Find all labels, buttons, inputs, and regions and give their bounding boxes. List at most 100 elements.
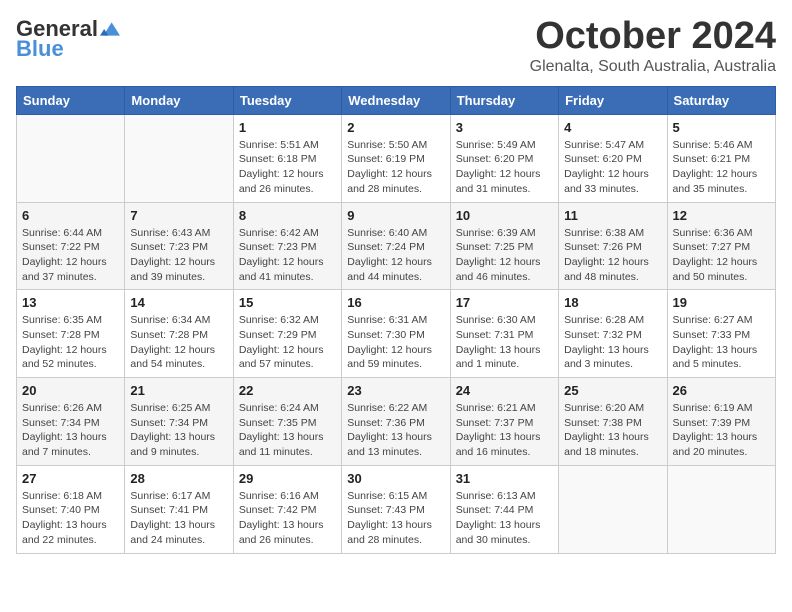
day-number: 4: [564, 120, 661, 135]
day-info: Sunrise: 5:46 AM Sunset: 6:21 PM Dayligh…: [673, 138, 770, 197]
day-number: 20: [22, 383, 119, 398]
day-number: 1: [239, 120, 336, 135]
day-number: 23: [347, 383, 444, 398]
calendar-cell: 8 Sunrise: 6:42 AM Sunset: 7:23 PM Daylig…: [233, 202, 341, 290]
calendar-week-row: 20 Sunrise: 6:26 AM Sunset: 7:34 PM Dayli…: [17, 378, 776, 466]
calendar-cell: 24 Sunrise: 6:21 AM Sunset: 7:37 PM Dayli…: [450, 378, 558, 466]
day-info: Sunrise: 6:19 AM Sunset: 7:39 PM Dayligh…: [673, 401, 770, 460]
header-friday: Friday: [559, 86, 667, 114]
calendar-cell: 27 Sunrise: 6:18 AM Sunset: 7:40 PM Dayli…: [17, 465, 125, 553]
calendar-header-row: SundayMondayTuesdayWednesdayThursdayFrid…: [17, 86, 776, 114]
day-info: Sunrise: 5:50 AM Sunset: 6:19 PM Dayligh…: [347, 138, 444, 197]
calendar-cell: 18 Sunrise: 6:28 AM Sunset: 7:32 PM Dayli…: [559, 290, 667, 378]
calendar-cell: 28 Sunrise: 6:17 AM Sunset: 7:41 PM Dayli…: [125, 465, 233, 553]
logo-blue-text: Blue: [16, 36, 64, 62]
day-info: Sunrise: 6:30 AM Sunset: 7:31 PM Dayligh…: [456, 313, 553, 372]
day-info: Sunrise: 6:43 AM Sunset: 7:23 PM Dayligh…: [130, 226, 227, 285]
day-info: Sunrise: 6:32 AM Sunset: 7:29 PM Dayligh…: [239, 313, 336, 372]
calendar-cell: [17, 114, 125, 202]
header-tuesday: Tuesday: [233, 86, 341, 114]
day-info: Sunrise: 6:42 AM Sunset: 7:23 PM Dayligh…: [239, 226, 336, 285]
day-info: Sunrise: 6:40 AM Sunset: 7:24 PM Dayligh…: [347, 226, 444, 285]
day-info: Sunrise: 6:39 AM Sunset: 7:25 PM Dayligh…: [456, 226, 553, 285]
calendar-cell: [559, 465, 667, 553]
day-number: 25: [564, 383, 661, 398]
calendar-cell: 1Sunrise: 5:51 AM Sunset: 6:18 PM Daylig…: [233, 114, 341, 202]
calendar-cell: 11 Sunrise: 6:38 AM Sunset: 7:26 PM Dayli…: [559, 202, 667, 290]
day-info: Sunrise: 6:24 AM Sunset: 7:35 PM Dayligh…: [239, 401, 336, 460]
logo-icon: [100, 19, 120, 39]
day-number: 24: [456, 383, 553, 398]
day-number: 8: [239, 208, 336, 223]
day-info: Sunrise: 6:35 AM Sunset: 7:28 PM Dayligh…: [22, 313, 119, 372]
day-number: 16: [347, 295, 444, 310]
day-info: Sunrise: 6:13 AM Sunset: 7:44 PM Dayligh…: [456, 489, 553, 548]
day-number: 13: [22, 295, 119, 310]
calendar-cell: 10Sunrise: 6:39 AM Sunset: 7:25 PM Dayli…: [450, 202, 558, 290]
day-number: 18: [564, 295, 661, 310]
header-saturday: Saturday: [667, 86, 775, 114]
calendar-cell: 9 Sunrise: 6:40 AM Sunset: 7:24 PM Daylig…: [342, 202, 450, 290]
day-info: Sunrise: 6:28 AM Sunset: 7:32 PM Dayligh…: [564, 313, 661, 372]
calendar-cell: 13 Sunrise: 6:35 AM Sunset: 7:28 PM Dayli…: [17, 290, 125, 378]
calendar-cell: [125, 114, 233, 202]
calendar-cell: 2 Sunrise: 5:50 AM Sunset: 6:19 PM Daylig…: [342, 114, 450, 202]
day-info: Sunrise: 6:34 AM Sunset: 7:28 PM Dayligh…: [130, 313, 227, 372]
calendar-cell: 14 Sunrise: 6:34 AM Sunset: 7:28 PM Dayli…: [125, 290, 233, 378]
day-info: Sunrise: 6:38 AM Sunset: 7:26 PM Dayligh…: [564, 226, 661, 285]
header-monday: Monday: [125, 86, 233, 114]
day-number: 3: [456, 120, 553, 135]
day-number: 29: [239, 471, 336, 486]
day-info: Sunrise: 6:18 AM Sunset: 7:40 PM Dayligh…: [22, 489, 119, 548]
day-info: Sunrise: 6:21 AM Sunset: 7:37 PM Dayligh…: [456, 401, 553, 460]
day-number: 15: [239, 295, 336, 310]
day-info: Sunrise: 5:47 AM Sunset: 6:20 PM Dayligh…: [564, 138, 661, 197]
day-info: Sunrise: 5:49 AM Sunset: 6:20 PM Dayligh…: [456, 138, 553, 197]
calendar-week-row: 27 Sunrise: 6:18 AM Sunset: 7:40 PM Dayli…: [17, 465, 776, 553]
header-thursday: Thursday: [450, 86, 558, 114]
calendar-cell: 23Sunrise: 6:22 AM Sunset: 7:36 PM Dayli…: [342, 378, 450, 466]
day-number: 31: [456, 471, 553, 486]
day-info: Sunrise: 6:31 AM Sunset: 7:30 PM Dayligh…: [347, 313, 444, 372]
day-number: 19: [673, 295, 770, 310]
day-number: 9: [347, 208, 444, 223]
day-number: 27: [22, 471, 119, 486]
day-number: 5: [673, 120, 770, 135]
day-info: Sunrise: 6:44 AM Sunset: 7:22 PM Dayligh…: [22, 226, 119, 285]
day-info: Sunrise: 6:16 AM Sunset: 7:42 PM Dayligh…: [239, 489, 336, 548]
day-number: 12: [673, 208, 770, 223]
calendar-cell: 3 Sunrise: 5:49 AM Sunset: 6:20 PM Daylig…: [450, 114, 558, 202]
day-number: 17: [456, 295, 553, 310]
day-info: Sunrise: 6:26 AM Sunset: 7:34 PM Dayligh…: [22, 401, 119, 460]
header-wednesday: Wednesday: [342, 86, 450, 114]
calendar-week-row: 13 Sunrise: 6:35 AM Sunset: 7:28 PM Dayli…: [17, 290, 776, 378]
calendar-cell: 25 Sunrise: 6:20 AM Sunset: 7:38 PM Dayli…: [559, 378, 667, 466]
calendar-week-row: 6Sunrise: 6:44 AM Sunset: 7:22 PM Daylig…: [17, 202, 776, 290]
day-number: 26: [673, 383, 770, 398]
calendar-week-row: 1Sunrise: 5:51 AM Sunset: 6:18 PM Daylig…: [17, 114, 776, 202]
day-number: 2: [347, 120, 444, 135]
day-info: Sunrise: 6:20 AM Sunset: 7:38 PM Dayligh…: [564, 401, 661, 460]
calendar-cell: 16 Sunrise: 6:31 AM Sunset: 7:30 PM Dayli…: [342, 290, 450, 378]
day-number: 21: [130, 383, 227, 398]
page-header: General Blue October 2024 Glenalta, Sout…: [16, 16, 776, 76]
calendar-cell: 31 Sunrise: 6:13 AM Sunset: 7:44 PM Dayli…: [450, 465, 558, 553]
logo: General Blue: [16, 16, 120, 62]
calendar-table: SundayMondayTuesdayWednesdayThursdayFrid…: [16, 86, 776, 554]
calendar-cell: 29 Sunrise: 6:16 AM Sunset: 7:42 PM Dayli…: [233, 465, 341, 553]
calendar-cell: 17 Sunrise: 6:30 AM Sunset: 7:31 PM Dayli…: [450, 290, 558, 378]
day-number: 7: [130, 208, 227, 223]
day-info: Sunrise: 6:36 AM Sunset: 7:27 PM Dayligh…: [673, 226, 770, 285]
calendar-cell: 6Sunrise: 6:44 AM Sunset: 7:22 PM Daylig…: [17, 202, 125, 290]
day-info: Sunrise: 6:17 AM Sunset: 7:41 PM Dayligh…: [130, 489, 227, 548]
day-number: 11: [564, 208, 661, 223]
calendar-cell: 21Sunrise: 6:25 AM Sunset: 7:34 PM Dayli…: [125, 378, 233, 466]
calendar-cell: 5 Sunrise: 5:46 AM Sunset: 6:21 PM Daylig…: [667, 114, 775, 202]
day-number: 14: [130, 295, 227, 310]
calendar-cell: 22Sunrise: 6:24 AM Sunset: 7:35 PM Dayli…: [233, 378, 341, 466]
day-number: 30: [347, 471, 444, 486]
day-info: Sunrise: 6:15 AM Sunset: 7:43 PM Dayligh…: [347, 489, 444, 548]
calendar-cell: 20 Sunrise: 6:26 AM Sunset: 7:34 PM Dayli…: [17, 378, 125, 466]
day-number: 28: [130, 471, 227, 486]
location-title: Glenalta, South Australia, Australia: [530, 58, 776, 76]
